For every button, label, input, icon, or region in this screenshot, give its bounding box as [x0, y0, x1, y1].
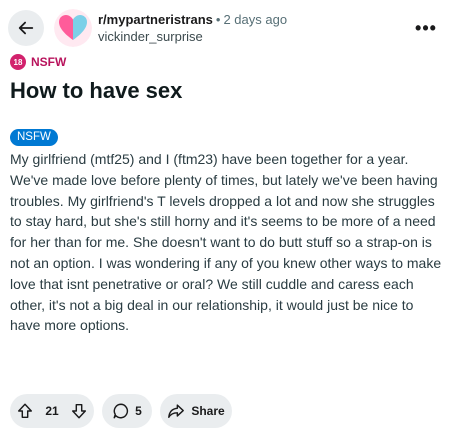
share-arrow-icon [168, 404, 185, 419]
downvote-button[interactable] [70, 402, 88, 420]
subreddit-link[interactable]: r/mypartneristrans [98, 12, 213, 27]
subreddit-avatar[interactable] [54, 9, 92, 47]
arrow-left-icon [18, 21, 34, 35]
back-button[interactable] [8, 10, 44, 46]
post-header: r/mypartneristrans • 2 days ago vickinder_… [8, 8, 441, 48]
downvote-arrow-icon [71, 403, 87, 419]
author-link[interactable]: vickinder_surprise [98, 28, 287, 45]
more-options-button[interactable]: ••• [413, 15, 439, 41]
post-title: How to have sex [10, 78, 183, 103]
heart-logo-icon [54, 9, 92, 47]
nsfw-18-icon: 18 [10, 54, 26, 70]
vote-count: 21 [45, 404, 59, 418]
post-flair[interactable]: NSFW [10, 129, 58, 146]
share-button[interactable]: Share [160, 394, 232, 428]
nsfw-label: NSFW [31, 55, 67, 69]
comment-bubble-icon [113, 403, 129, 419]
upvote-button[interactable] [16, 402, 34, 420]
post-meta: r/mypartneristrans • 2 days ago vickinder_… [98, 11, 287, 45]
share-label: Share [191, 404, 225, 418]
post-body: My girlfriend (mtf25) and I (ftm23) have… [10, 151, 442, 334]
comments-button[interactable]: 5 [102, 394, 152, 428]
action-bar: 21 5 Share [10, 394, 232, 428]
post-age: 2 days ago [223, 12, 288, 27]
upvote-arrow-icon [17, 403, 33, 419]
comment-count: 5 [135, 404, 142, 418]
vote-control: 21 [10, 394, 94, 428]
nsfw-tag: 18 NSFW [10, 54, 66, 70]
meta-separator: • [215, 12, 221, 27]
